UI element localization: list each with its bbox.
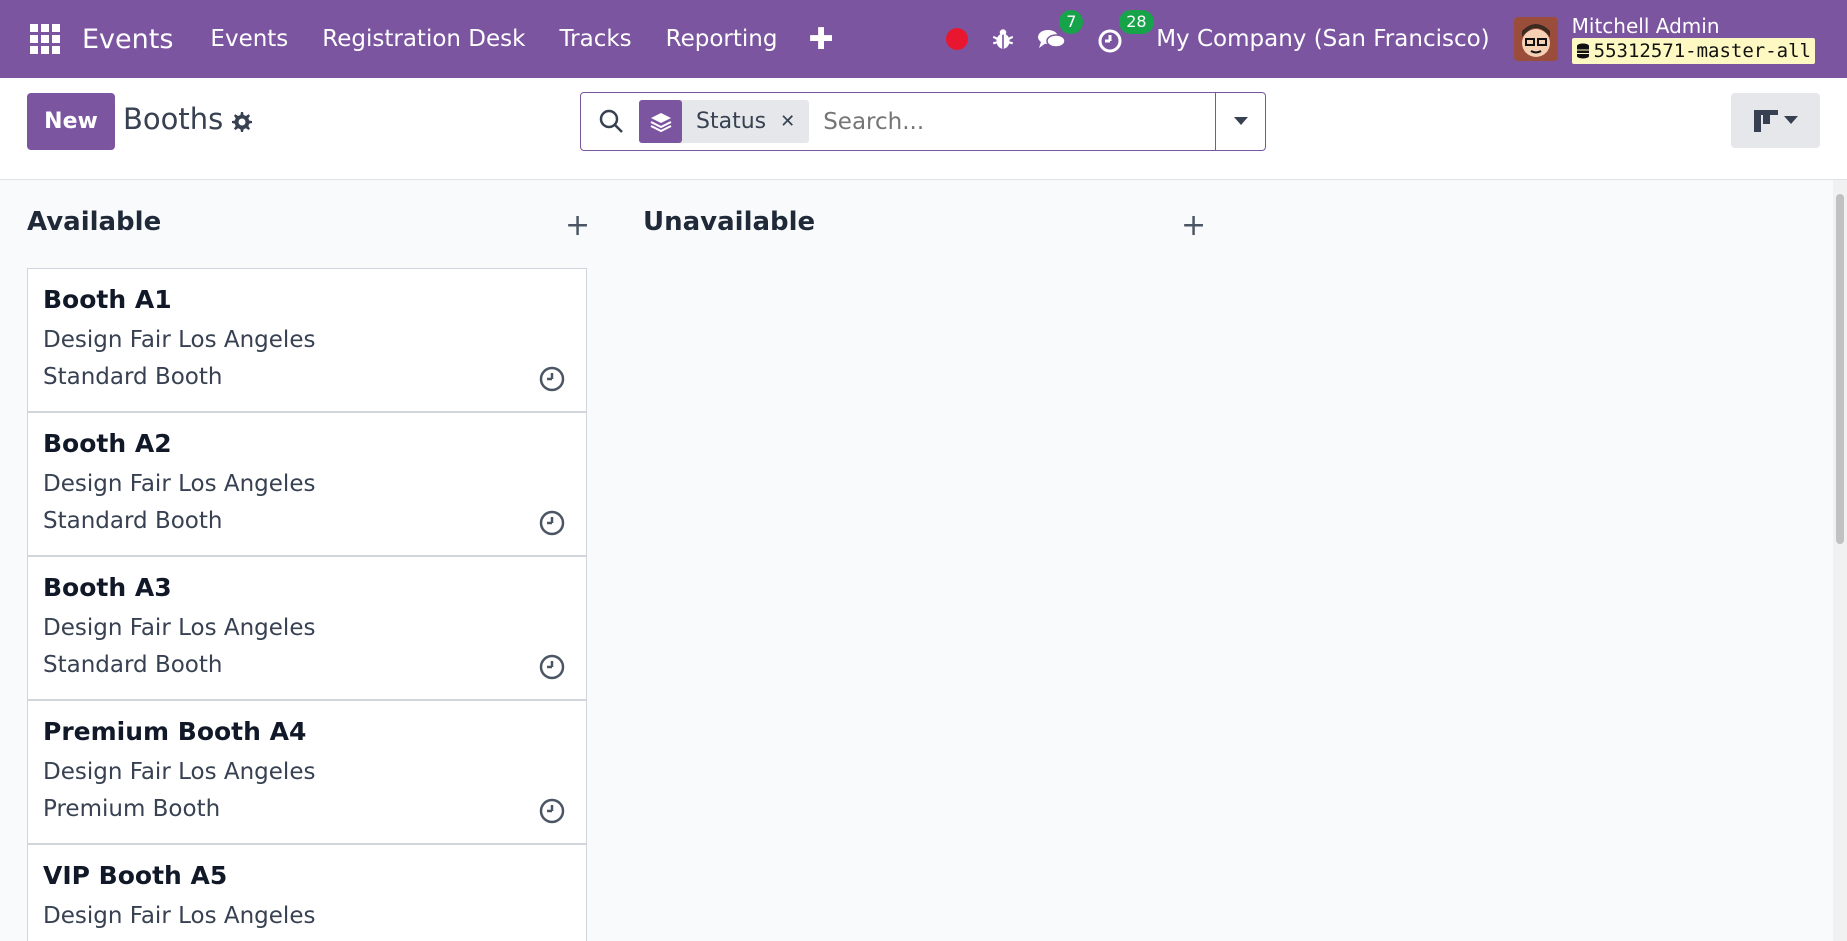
column-title-unavailable: Unavailable [643,207,816,237]
booth-name: Booth A1 [43,285,172,314]
booth-type: Standard Booth [43,508,223,534]
kanban-view-icon [1753,109,1778,132]
booth-event: Design Fair Los Angeles [43,615,316,641]
column-add-icon[interactable]: + [565,208,590,243]
kanban-card[interactable]: Booth A1 Design Fair Los Angeles Standar… [27,268,587,412]
page-title: Booths [123,102,224,136]
scrollbar-thumb[interactable] [1836,194,1844,544]
kanban-card[interactable]: Booth A2 Design Fair Los Angeles Standar… [27,412,587,556]
new-button[interactable]: New [27,93,115,150]
apps-menu-icon[interactable] [28,22,62,56]
booth-name: Booth A3 [43,573,172,602]
activity-clock-icon[interactable] [538,653,566,681]
menu-reporting[interactable]: Reporting [666,26,778,52]
user-name: Mitchell Admin [1571,13,1720,38]
kanban-card[interactable]: Premium Booth A4 Design Fair Los Angeles… [27,700,587,844]
menu-tracks[interactable]: Tracks [559,26,631,52]
kanban-card[interactable]: VIP Booth A5 Design Fair Los Angeles [27,844,587,941]
database-badge: 55312571-master-all [1571,37,1815,64]
gear-icon[interactable] [230,110,254,134]
messages-count-badge: 7 [1058,9,1085,35]
booth-type: Standard Booth [43,652,223,678]
control-panel: New Booths Status ✕ [0,78,1847,180]
search-input[interactable] [823,108,1204,135]
booth-name: VIP Booth A5 [43,861,228,890]
booth-type: Premium Booth [43,796,221,822]
bug-icon[interactable] [990,26,1016,52]
column-add-icon[interactable]: + [1181,208,1206,243]
facet-label: Status [696,109,767,134]
activity-clock-icon[interactable] [538,509,566,537]
booth-type: Standard Booth [43,364,223,390]
view-switcher[interactable] [1731,93,1820,148]
menu-registration-desk[interactable]: Registration Desk [322,26,525,52]
layers-icon [639,100,682,143]
search-icon[interactable] [597,107,627,137]
menu-events[interactable]: Events [210,26,288,52]
user-avatar[interactable] [1513,17,1558,61]
booth-event: Design Fair Los Angeles [43,759,316,785]
caret-down-icon [1783,115,1798,124]
navbar-systray: 7 28 My Company (San Francisco) Mitchell… [946,0,1847,78]
kanban-card[interactable]: Booth A3 Design Fair Los Angeles Standar… [27,556,587,700]
avatar-face-icon [1513,17,1558,61]
plus-icon[interactable]: ✚ [808,22,833,57]
activity-clock-icon[interactable] [538,797,566,825]
app-brand[interactable]: Events [82,24,173,55]
user-menu[interactable]: Mitchell Admin 55312571-master-all [1571,13,1815,64]
messages-button[interactable]: 7 [1036,9,1085,55]
booth-event: Design Fair Los Angeles [43,903,316,929]
column-title-available: Available [27,207,162,237]
booth-event: Design Fair Los Angeles [43,471,316,497]
activities-count-badge: 28 [1118,9,1155,35]
database-icon [1576,43,1589,58]
company-switcher[interactable]: My Company (San Francisco) [1156,26,1489,52]
caret-down-icon [1233,116,1248,125]
scrollbar[interactable] [1833,180,1847,941]
booth-name: Booth A2 [43,429,172,458]
booth-event: Design Fair Los Angeles [43,327,316,353]
remove-facet-icon[interactable]: ✕ [780,111,795,132]
activity-clock-icon[interactable] [538,365,566,393]
booth-name: Premium Booth A4 [43,717,307,746]
top-navbar: Events Events Registration Desk Tracks R… [0,0,1847,78]
search-facet-status: Status ✕ [639,100,810,143]
search-bar: Status ✕ [580,92,1266,151]
search-options-toggle[interactable] [1215,93,1265,150]
database-name: 55312571-master-all [1593,39,1811,62]
recording-indicator-icon[interactable] [946,28,969,50]
activities-button[interactable]: 28 [1096,9,1155,55]
